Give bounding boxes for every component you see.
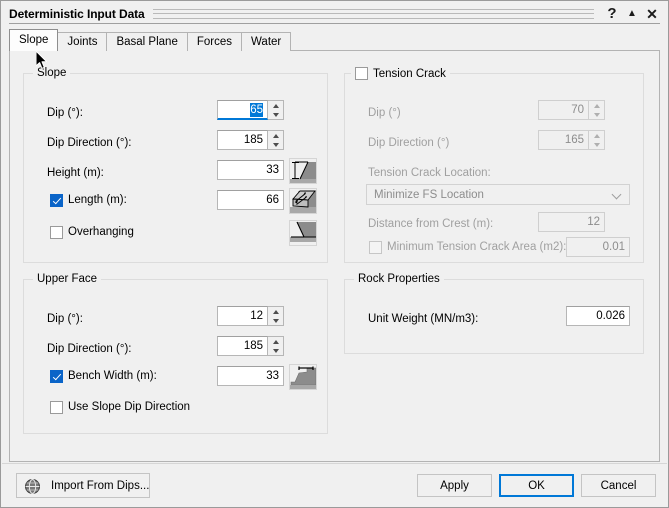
tension-crack-enable-checkbox[interactable]: [355, 67, 368, 80]
slope-height-label: Height (m):: [47, 166, 104, 180]
dialog-window: Deterministic Input Data ? ▲ ✕ Slope Joi…: [0, 0, 669, 508]
close-button[interactable]: ✕: [642, 5, 662, 23]
group-slope: Slope Dip (°): 65 Dip Direction (°): 185…: [23, 73, 328, 263]
slope-length-icon: [289, 188, 317, 214]
spin-up-icon[interactable]: [268, 131, 283, 140]
group-upper-face-title: Upper Face: [33, 273, 101, 285]
spin-up-icon[interactable]: [589, 131, 604, 140]
bench-width-icon: [289, 364, 317, 390]
spin-up-icon[interactable]: [268, 307, 283, 316]
tc-location-label: Tension Crack Location:: [368, 166, 491, 180]
checkbox-empty-icon: [355, 67, 368, 80]
slope-dip-value: 65: [250, 103, 263, 117]
spin-up-icon[interactable]: [589, 101, 604, 110]
checkbox-check-icon: [50, 194, 63, 207]
window-title: Deterministic Input Data: [9, 7, 145, 21]
bench-width-input[interactable]: 33: [217, 366, 284, 386]
group-tension-crack: Tension Crack Dip (°) 70 Dip Direction (…: [344, 73, 644, 263]
tab-slope[interactable]: Slope: [9, 29, 58, 51]
collapse-button[interactable]: ▲: [622, 5, 642, 23]
tc-dip-direction-spinner[interactable]: [589, 130, 605, 150]
tab-water[interactable]: Water: [241, 32, 291, 51]
spin-up-icon[interactable]: [268, 337, 283, 346]
slope-overhanging-checkbox[interactable]: Overhanging: [50, 225, 134, 239]
slope-length-checkbox[interactable]: Length (m):: [50, 193, 127, 207]
checkbox-check-icon: [50, 370, 63, 383]
import-from-dips-label: Import From Dips...: [51, 480, 149, 492]
dialog-button-bar: Import From Dips... Apply OK Cancel: [2, 463, 667, 506]
ok-button[interactable]: OK: [499, 474, 574, 497]
slope-overhanging-icon: [289, 220, 317, 246]
upperface-dip-direction-label: Dip Direction (°):: [47, 342, 131, 356]
tc-min-area-input[interactable]: 0.01: [566, 237, 630, 257]
tab-strip: Slope Joints Basal Plane Forces Water: [9, 30, 660, 51]
tc-location-combobox[interactable]: Minimize FS Location: [366, 184, 630, 205]
group-tension-crack-label: Tension Crack: [373, 68, 446, 80]
use-slope-dip-direction-label: Use Slope Dip Direction: [68, 400, 190, 414]
tc-min-area-checkbox[interactable]: Minimum Tension Crack Area (m2):: [369, 240, 566, 254]
spin-down-icon[interactable]: [268, 346, 283, 355]
spin-down-icon[interactable]: [589, 140, 604, 149]
group-upper-face: Upper Face Dip (°): 12 Dip Direction (°)…: [23, 279, 328, 434]
slope-dip-spinner[interactable]: [268, 100, 284, 120]
slope-height-icon: [289, 158, 317, 184]
slope-dip-direction-spinner[interactable]: [268, 130, 284, 150]
dips-globe-icon: [24, 478, 41, 495]
group-rock-properties-title: Rock Properties: [354, 273, 444, 285]
upperface-dip-direction-spinner[interactable]: [268, 336, 284, 356]
slope-dip-label: Dip (°):: [47, 106, 83, 120]
spin-up-icon[interactable]: [268, 101, 283, 110]
tc-distance-label: Distance from Crest (m):: [368, 217, 493, 231]
spin-down-icon[interactable]: [268, 140, 283, 149]
group-tension-crack-title: Tension Crack: [351, 67, 450, 80]
bench-width-label: Bench Width (m):: [68, 369, 157, 383]
tc-location-value: Minimize FS Location: [374, 189, 484, 201]
title-separator-grip: [153, 9, 594, 19]
tc-dip-input[interactable]: 70: [538, 100, 589, 120]
upperface-dip-label: Dip (°):: [47, 312, 83, 326]
tc-dip-spinner[interactable]: [589, 100, 605, 120]
bench-width-checkbox[interactable]: Bench Width (m):: [50, 369, 157, 383]
upperface-dip-input[interactable]: 12: [217, 306, 268, 326]
tab-forces[interactable]: Forces: [187, 32, 242, 51]
slope-dip-direction-input[interactable]: 185: [217, 130, 268, 150]
use-slope-dip-direction-checkbox[interactable]: Use Slope Dip Direction: [50, 400, 190, 414]
slope-height-input[interactable]: 33: [217, 160, 284, 180]
tab-joints[interactable]: Joints: [57, 32, 107, 51]
group-slope-title: Slope: [33, 67, 70, 79]
tc-min-area-label: Minimum Tension Crack Area (m2):: [387, 240, 566, 254]
cancel-button[interactable]: Cancel: [581, 474, 656, 497]
tc-dip-label: Dip (°): [368, 106, 401, 120]
spin-down-icon[interactable]: [589, 110, 604, 119]
import-from-dips-button[interactable]: Import From Dips...: [16, 473, 150, 498]
slope-dip-direction-label: Dip Direction (°):: [47, 136, 131, 150]
group-rock-properties: Rock Properties Unit Weight (MN/m3): 0.0…: [344, 279, 644, 354]
tc-dip-direction-label: Dip Direction (°): [368, 136, 449, 150]
checkbox-empty-icon: [369, 241, 382, 254]
spin-down-icon[interactable]: [268, 316, 283, 325]
title-underline: [9, 23, 660, 24]
checkbox-empty-icon: [50, 401, 63, 414]
chevron-down-icon[interactable]: [613, 190, 623, 200]
apply-button[interactable]: Apply: [417, 474, 492, 497]
unit-weight-label: Unit Weight (MN/m3):: [368, 312, 478, 326]
title-bar: Deterministic Input Data ? ▲ ✕: [1, 1, 668, 26]
tab-page-slope: Slope Dip (°): 65 Dip Direction (°): 185…: [9, 50, 660, 462]
upperface-dip-direction-input[interactable]: 185: [217, 336, 268, 356]
unit-weight-input[interactable]: 0.026: [566, 306, 630, 326]
slope-length-input[interactable]: 66: [217, 190, 284, 210]
tab-basal-plane[interactable]: Basal Plane: [106, 32, 187, 51]
slope-dip-input[interactable]: 65: [217, 100, 268, 120]
slope-overhanging-label: Overhanging: [68, 225, 134, 239]
upperface-dip-spinner[interactable]: [268, 306, 284, 326]
tc-distance-input[interactable]: 12: [538, 212, 605, 232]
spin-down-icon[interactable]: [268, 110, 283, 119]
slope-length-label: Length (m):: [68, 193, 127, 207]
checkbox-empty-icon: [50, 226, 63, 239]
tc-dip-direction-input[interactable]: 165: [538, 130, 589, 150]
help-button[interactable]: ?: [602, 5, 622, 23]
